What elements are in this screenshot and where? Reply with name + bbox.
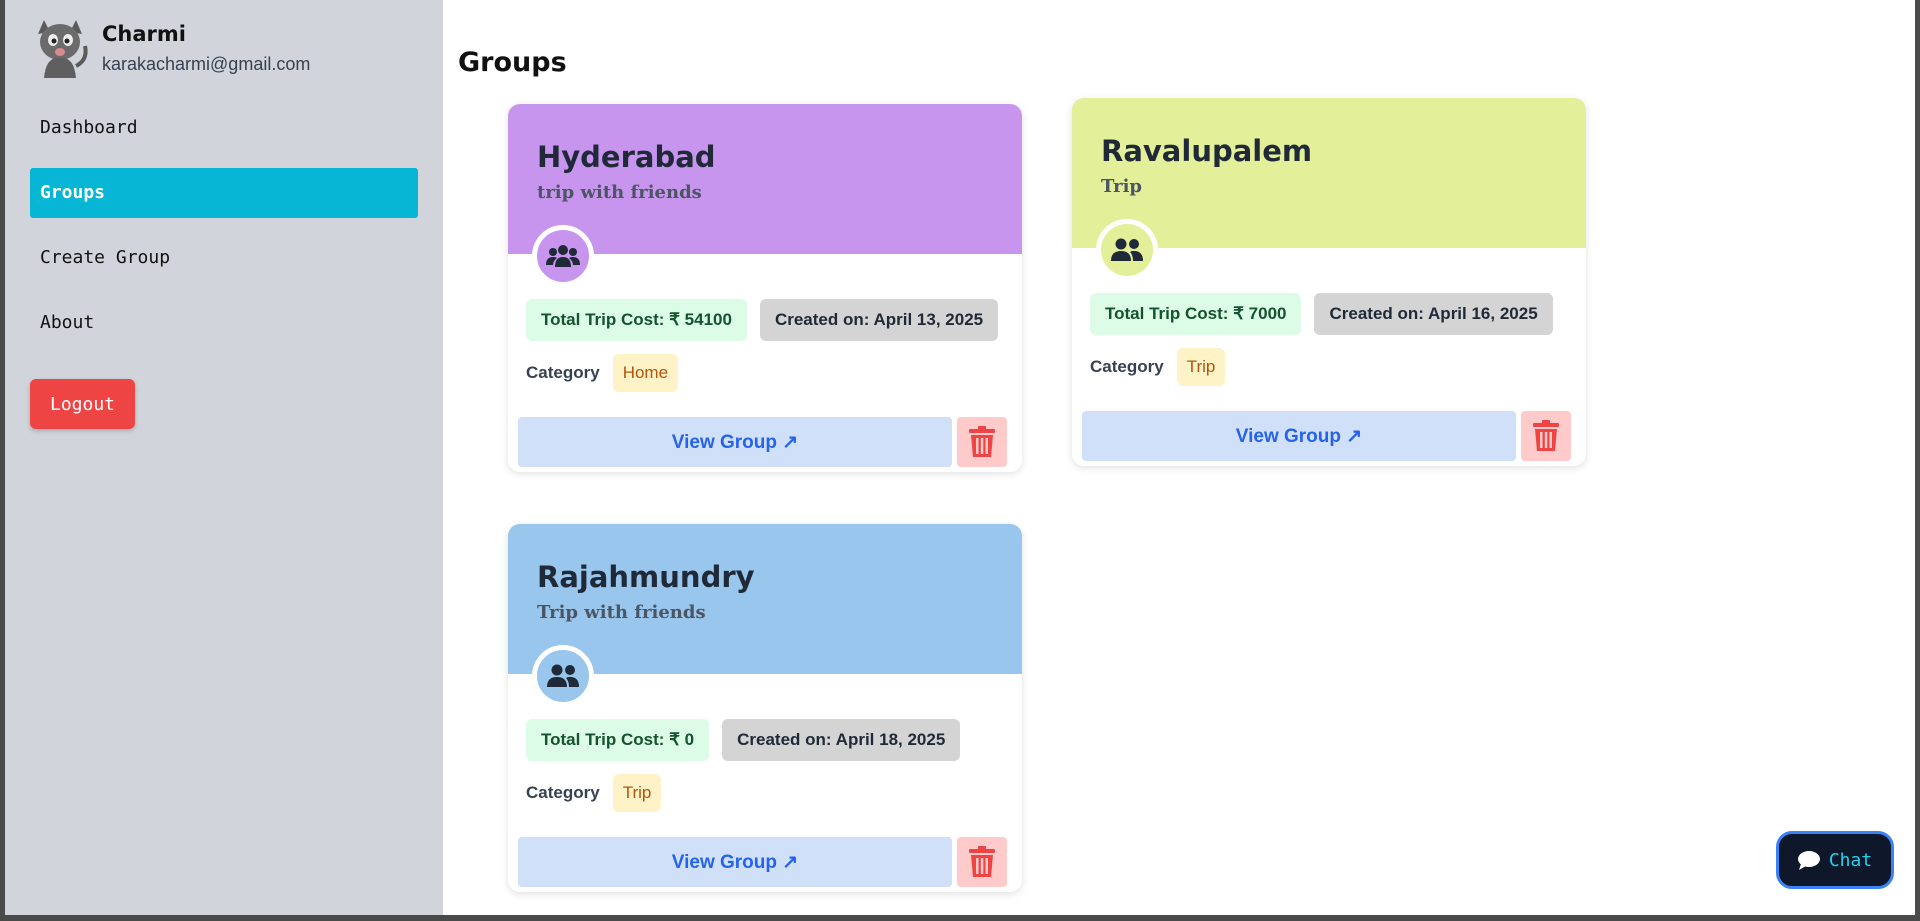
- sidebar-item-groups[interactable]: Groups: [30, 168, 418, 218]
- group-description: Trip: [1101, 176, 1142, 197]
- created-date-badge: Created on: April 13, 2025: [759, 299, 999, 341]
- logout-button[interactable]: Logout: [30, 379, 135, 429]
- chat-bubble-icon: [1797, 850, 1820, 870]
- sidebar-item-about[interactable]: About: [30, 298, 418, 348]
- user-profile: Charmi karakacharmi@gmail.com: [30, 16, 310, 78]
- category-label: Category: [526, 363, 600, 382]
- group-description: trip with friends: [537, 182, 702, 203]
- chat-button[interactable]: Chat: [1776, 831, 1894, 889]
- trash-icon: [1533, 420, 1559, 451]
- group-card: Hyderabad trip with friends Total Trip C…: [508, 104, 1022, 472]
- chat-label: Chat: [1828, 849, 1873, 871]
- created-date-badge: Created on: April 16, 2025: [1314, 293, 1553, 335]
- users-icon: [532, 225, 594, 287]
- group-description: Trip with friends: [537, 602, 706, 623]
- delete-group-button[interactable]: [1521, 411, 1571, 461]
- view-group-button[interactable]: View Group ↗: [518, 417, 952, 467]
- created-date-badge: Created on: April 18, 2025: [722, 719, 961, 761]
- group-card: Rajahmundry Trip with friends Total Trip…: [508, 524, 1022, 892]
- category-tag: Home: [612, 354, 679, 392]
- card-header: [508, 104, 1022, 254]
- user-name: Charmi: [102, 22, 186, 46]
- avatar: [30, 16, 90, 78]
- card-header: [508, 524, 1022, 674]
- trash-icon: [969, 426, 995, 457]
- category-label: Category: [1090, 357, 1164, 376]
- view-group-button[interactable]: View Group ↗: [1082, 411, 1516, 461]
- delete-group-button[interactable]: [957, 417, 1007, 467]
- total-cost-badge: Total Trip Cost: ₹ 0: [526, 719, 710, 761]
- card-header: [1072, 98, 1586, 248]
- sidebar-nav: Dashboard Groups Create Group About: [30, 103, 418, 363]
- app-window: Charmi karakacharmi@gmail.com Dashboard …: [5, 0, 1915, 915]
- user-friends-icon: [1096, 219, 1158, 281]
- sidebar-item-dashboard[interactable]: Dashboard: [30, 103, 418, 153]
- sidebar-item-create-group[interactable]: Create Group: [30, 233, 418, 283]
- delete-group-button[interactable]: [957, 837, 1007, 887]
- sidebar: Charmi karakacharmi@gmail.com Dashboard …: [5, 0, 443, 915]
- group-name: Ravalupalem: [1101, 134, 1313, 168]
- group-name: Rajahmundry: [537, 560, 755, 594]
- total-cost-badge: Total Trip Cost: ₹ 7000: [1090, 293, 1302, 335]
- category-tag: Trip: [612, 774, 662, 812]
- user-friends-icon: [532, 645, 594, 707]
- user-email: karakacharmi@gmail.com: [102, 54, 311, 74]
- trash-icon: [969, 846, 995, 877]
- group-name: Hyderabad: [537, 140, 716, 174]
- category-tag: Trip: [1176, 348, 1226, 386]
- category-label: Category: [526, 783, 600, 802]
- total-cost-badge: Total Trip Cost: ₹ 54100: [526, 299, 747, 341]
- view-group-button[interactable]: View Group ↗: [518, 837, 952, 887]
- group-card: Ravalupalem Trip Total Trip Cost: ₹ 7000…: [1072, 98, 1586, 466]
- page-title: Groups: [458, 47, 567, 78]
